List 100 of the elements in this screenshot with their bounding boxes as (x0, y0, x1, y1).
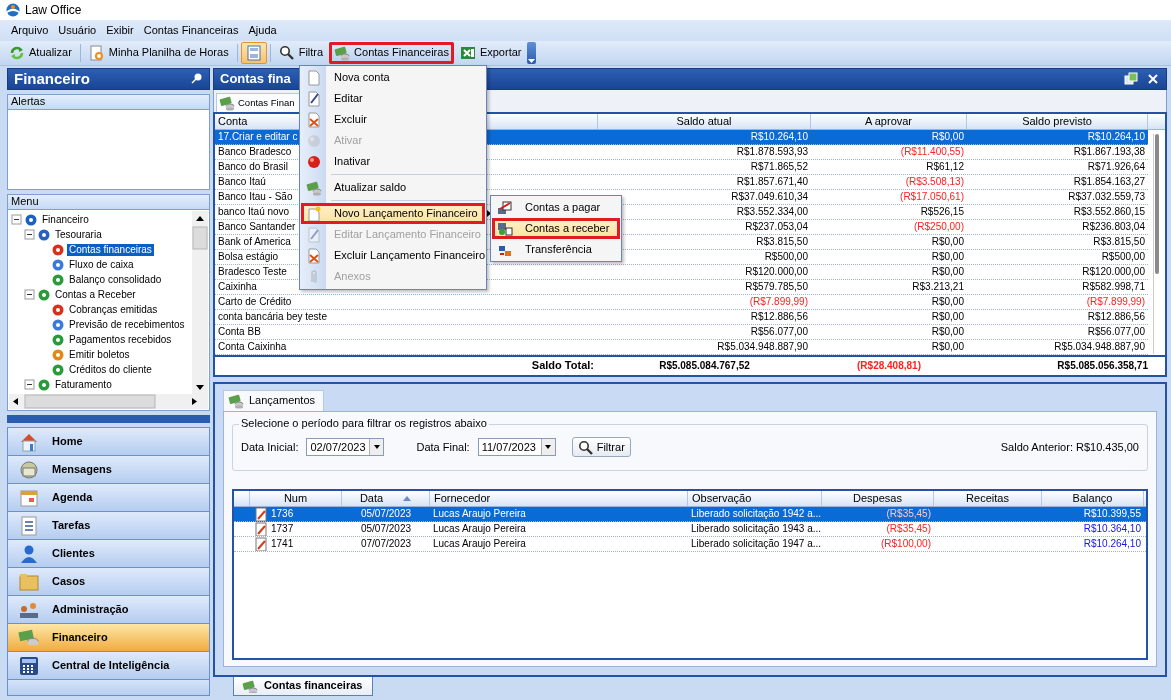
column-header[interactable]: Saldo previsto (967, 113, 1148, 129)
coin-icon (51, 242, 65, 257)
filter-button[interactable]: Filtrar (571, 437, 631, 458)
field-label: Data Inicial: (241, 440, 299, 455)
date-field[interactable]: 11/07/2023 (477, 438, 556, 457)
tree-item[interactable]: Pagamentos recebidos (67, 333, 174, 346)
table-cell: R$526,15 (920, 205, 964, 217)
table-cell: R$500,00 (764, 250, 808, 262)
table-cell: 05/07/2023 (360, 523, 412, 534)
nav-button[interactable]: Financeiro (7, 624, 210, 652)
splitter-grip[interactable] (7, 415, 210, 423)
panel-tab[interactable]: Lançamentos (223, 390, 325, 411)
table-cell: Banco do Brasil (218, 160, 289, 172)
collapse-icon[interactable] (24, 379, 35, 390)
refresh-icon (9, 45, 25, 61)
nav-button[interactable]: Clientes (7, 540, 210, 568)
tree-item[interactable]: Emitir boletos (67, 348, 132, 361)
table-row[interactable]: Conta Caixinha R$5.034.948.887,90 R$0,00 R$5.034.948.887,90 (215, 339, 1148, 355)
spreadsheet-icon (459, 45, 476, 61)
table-row[interactable]: conta bancária bey teste R$12.886,56 R$0,00 R$12.886,56 (215, 309, 1148, 325)
column-header[interactable]: Fornecedor (434, 492, 491, 506)
table-cell: (R$35,45) (886, 508, 931, 519)
menu-item[interactable]: Contas a receber (492, 218, 620, 239)
menu-item[interactable]: Contas Financeiras (138, 21, 244, 40)
nav-button[interactable]: Casos (7, 568, 210, 596)
table-cell: (R$11.400,55) (900, 145, 964, 157)
table-cell: R$10.264,10 (750, 130, 808, 142)
layout-button[interactable] (240, 42, 267, 64)
collapse-icon[interactable] (11, 214, 22, 225)
table-cell: Liberado solicitação 1947 a... (691, 538, 822, 549)
dropdown-arrow-icon (373, 444, 381, 451)
toolbar-button[interactable]: Exportar (454, 42, 527, 64)
tree-item[interactable]: Fluxo de caixa (67, 258, 136, 271)
window-title: Law Office (25, 2, 82, 18)
nav-button[interactable]: Home (7, 428, 210, 456)
menu-item[interactable]: Arquivo (6, 21, 54, 40)
tree-item[interactable]: Contas a Receber (53, 288, 138, 301)
column-header[interactable]: Balanço (1072, 492, 1113, 506)
table-row[interactable]: 1741 07/07/2023 Lucas Araujo Pereira Liberado solicitação 1947 a... (R$100,00) R$10.264,10 (234, 537, 1146, 552)
menu-item[interactable]: Nova conta (301, 67, 485, 88)
toolbar-button[interactable]: Contas Financeiras (329, 42, 454, 64)
column-header[interactable]: Saldo atual (598, 113, 811, 129)
nav-button[interactable]: Agenda (7, 484, 210, 512)
menu-item[interactable]: Exibir (101, 21, 139, 40)
table-cell: Conta BB (218, 325, 261, 337)
collapse-icon[interactable] (24, 229, 35, 240)
toolbar-button[interactable]: Filtra (273, 42, 329, 64)
table-cell: R$1.854.163,27 (1073, 175, 1145, 187)
nav-button[interactable]: Mensagens (7, 456, 210, 484)
toolbar-button[interactable]: Atualizar (4, 42, 77, 64)
table-cell: R$0,00 (931, 130, 964, 142)
column-header[interactable]: Data (359, 492, 384, 506)
table-row[interactable]: Carto de Crédito (R$7.899,99) R$0,00 (R$7.899,99) (215, 294, 1148, 310)
coin-icon (51, 332, 65, 347)
coin-icon (37, 377, 51, 392)
dropdown-arrow-icon (528, 59, 536, 64)
table-cell: R$10.364,10 (1083, 523, 1141, 534)
table-cell: 07/07/2023 (360, 538, 412, 549)
document-icon (253, 537, 267, 552)
tree-item[interactable]: Faturamento (53, 378, 114, 391)
table-cell: (R$250,00) (913, 220, 964, 232)
table-cell: 1737 (271, 523, 294, 536)
toolbar-button[interactable]: Minha Planilha de Horas (83, 42, 234, 64)
coin-icon (51, 302, 65, 317)
page-icon (306, 69, 322, 86)
tree-item[interactable]: Cobranças emitidas (67, 303, 160, 316)
menu-item[interactable]: Usuário (53, 21, 102, 40)
table-cell: R$5.034.948.887,90 (1054, 340, 1145, 352)
scrollbar[interactable] (9, 394, 208, 409)
table-cell: 05/07/2023 (360, 508, 412, 519)
menu-item[interactable]: Ajuda (243, 21, 282, 40)
column-header[interactable]: Receitas (966, 492, 1009, 506)
column-header[interactable]: A aprovar (811, 113, 967, 129)
tree-item[interactable]: Tesouraria (53, 228, 104, 241)
table-row[interactable]: Conta BB R$56.077,00 R$0,00 R$56.077,00 (215, 324, 1148, 340)
nav-button[interactable]: Administração (7, 596, 210, 624)
table-cell: (R$35,45) (886, 523, 931, 534)
column-header[interactable]: Num (283, 492, 308, 506)
tree-item[interactable]: Créditos do cliente (67, 363, 154, 376)
table-cell: R$0,00 (931, 310, 964, 322)
tree-item[interactable]: Previsão de recebimentos (67, 318, 187, 331)
tree-item[interactable]: Balanço consolidado (67, 273, 164, 286)
document-tab[interactable]: Contas financeiras (233, 677, 374, 696)
overflow-button[interactable] (527, 42, 537, 64)
collapse-icon[interactable] (24, 289, 35, 300)
table-cell: R$0,00 (931, 340, 964, 352)
tree-item[interactable]: Financeiro (40, 213, 91, 226)
nav-button[interactable]: Tarefas (7, 512, 210, 540)
panel-title: Contas fina (220, 71, 291, 87)
menu-item[interactable]: Editar (301, 88, 485, 109)
column-header[interactable]: Observação (692, 492, 752, 506)
tree-item[interactable]: Contas financeiras (67, 243, 154, 256)
table-row[interactable]: 1737 05/07/2023 Lucas Araujo Pereira Liberado solicitação 1943 a... (R$35,45) R$10.364,10 (234, 522, 1146, 537)
table-cell: R$12.886,56 (1087, 310, 1145, 322)
date-field[interactable]: 02/07/2023 (306, 438, 385, 457)
menu-item[interactable]: Excluir (301, 109, 485, 130)
nav-button[interactable]: Central de Inteligência (7, 652, 210, 680)
column-header[interactable]: Despesas (853, 492, 902, 506)
scrollbar[interactable] (192, 211, 208, 395)
window-icon (1124, 71, 1138, 86)
